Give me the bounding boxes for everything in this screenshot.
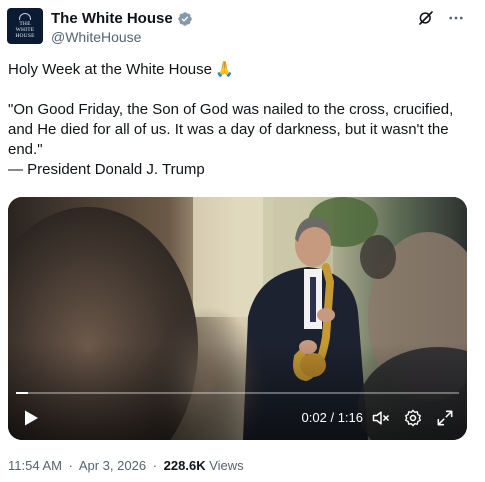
video-current-time: 0:02 [301,410,327,425]
post-attribution: — President Donald J. Trump [8,161,205,178]
post-time[interactable]: 11:54 AM [8,458,62,473]
avatar[interactable]: THE WHITE HOUSE [7,8,43,44]
post-headline-text: Holy Week at the White House [8,61,212,78]
post-headline: Holy Week at the White House 🙏 [8,60,478,80]
verified-badge-icon [177,11,192,26]
account-handle[interactable]: @WhiteHouse [51,29,141,45]
settings-icon[interactable] [403,408,423,428]
post-quote: "On Good Friday, the Son of God was nail… [8,101,454,158]
video-controls: 0:02 / 1:16 [8,398,467,440]
views-count: 228.6K [163,458,206,473]
meta-separator: · [152,458,158,473]
post-date[interactable]: Apr 3, 2026 [79,458,146,473]
display-name[interactable]: The White House [51,10,173,27]
grok-icon[interactable] [417,9,435,27]
post-meta: 11:54 AM · Apr 3, 2026 · 228.6K Views [8,458,244,473]
video-progress-bar[interactable] [16,392,459,394]
meta-separator: · [68,458,73,473]
white-house-logo-icon [19,13,31,20]
top-actions [417,9,465,27]
post-card: THE WHITE HOUSE The White House @WhiteHo… [0,0,485,482]
more-options-icon[interactable] [447,9,465,27]
video-time-separator: / [326,410,338,425]
video-timecode: 0:02 / 1:16 [302,410,363,425]
views-label: Views [209,458,244,473]
video-player[interactable]: 0:02 / 1:16 [8,197,467,440]
video-progress-fill [16,392,28,394]
mute-icon[interactable] [371,408,391,428]
praying-hands-emoji: 🙏 [214,61,234,78]
avatar-logo-line3: HOUSE [15,33,35,39]
fullscreen-icon[interactable] [435,408,455,428]
video-duration: 1:16 [337,410,363,425]
play-icon[interactable] [18,406,42,430]
post-text: Holy Week at the White House 🙏 "On Good F… [8,60,478,180]
name-row: The White House [51,10,193,27]
